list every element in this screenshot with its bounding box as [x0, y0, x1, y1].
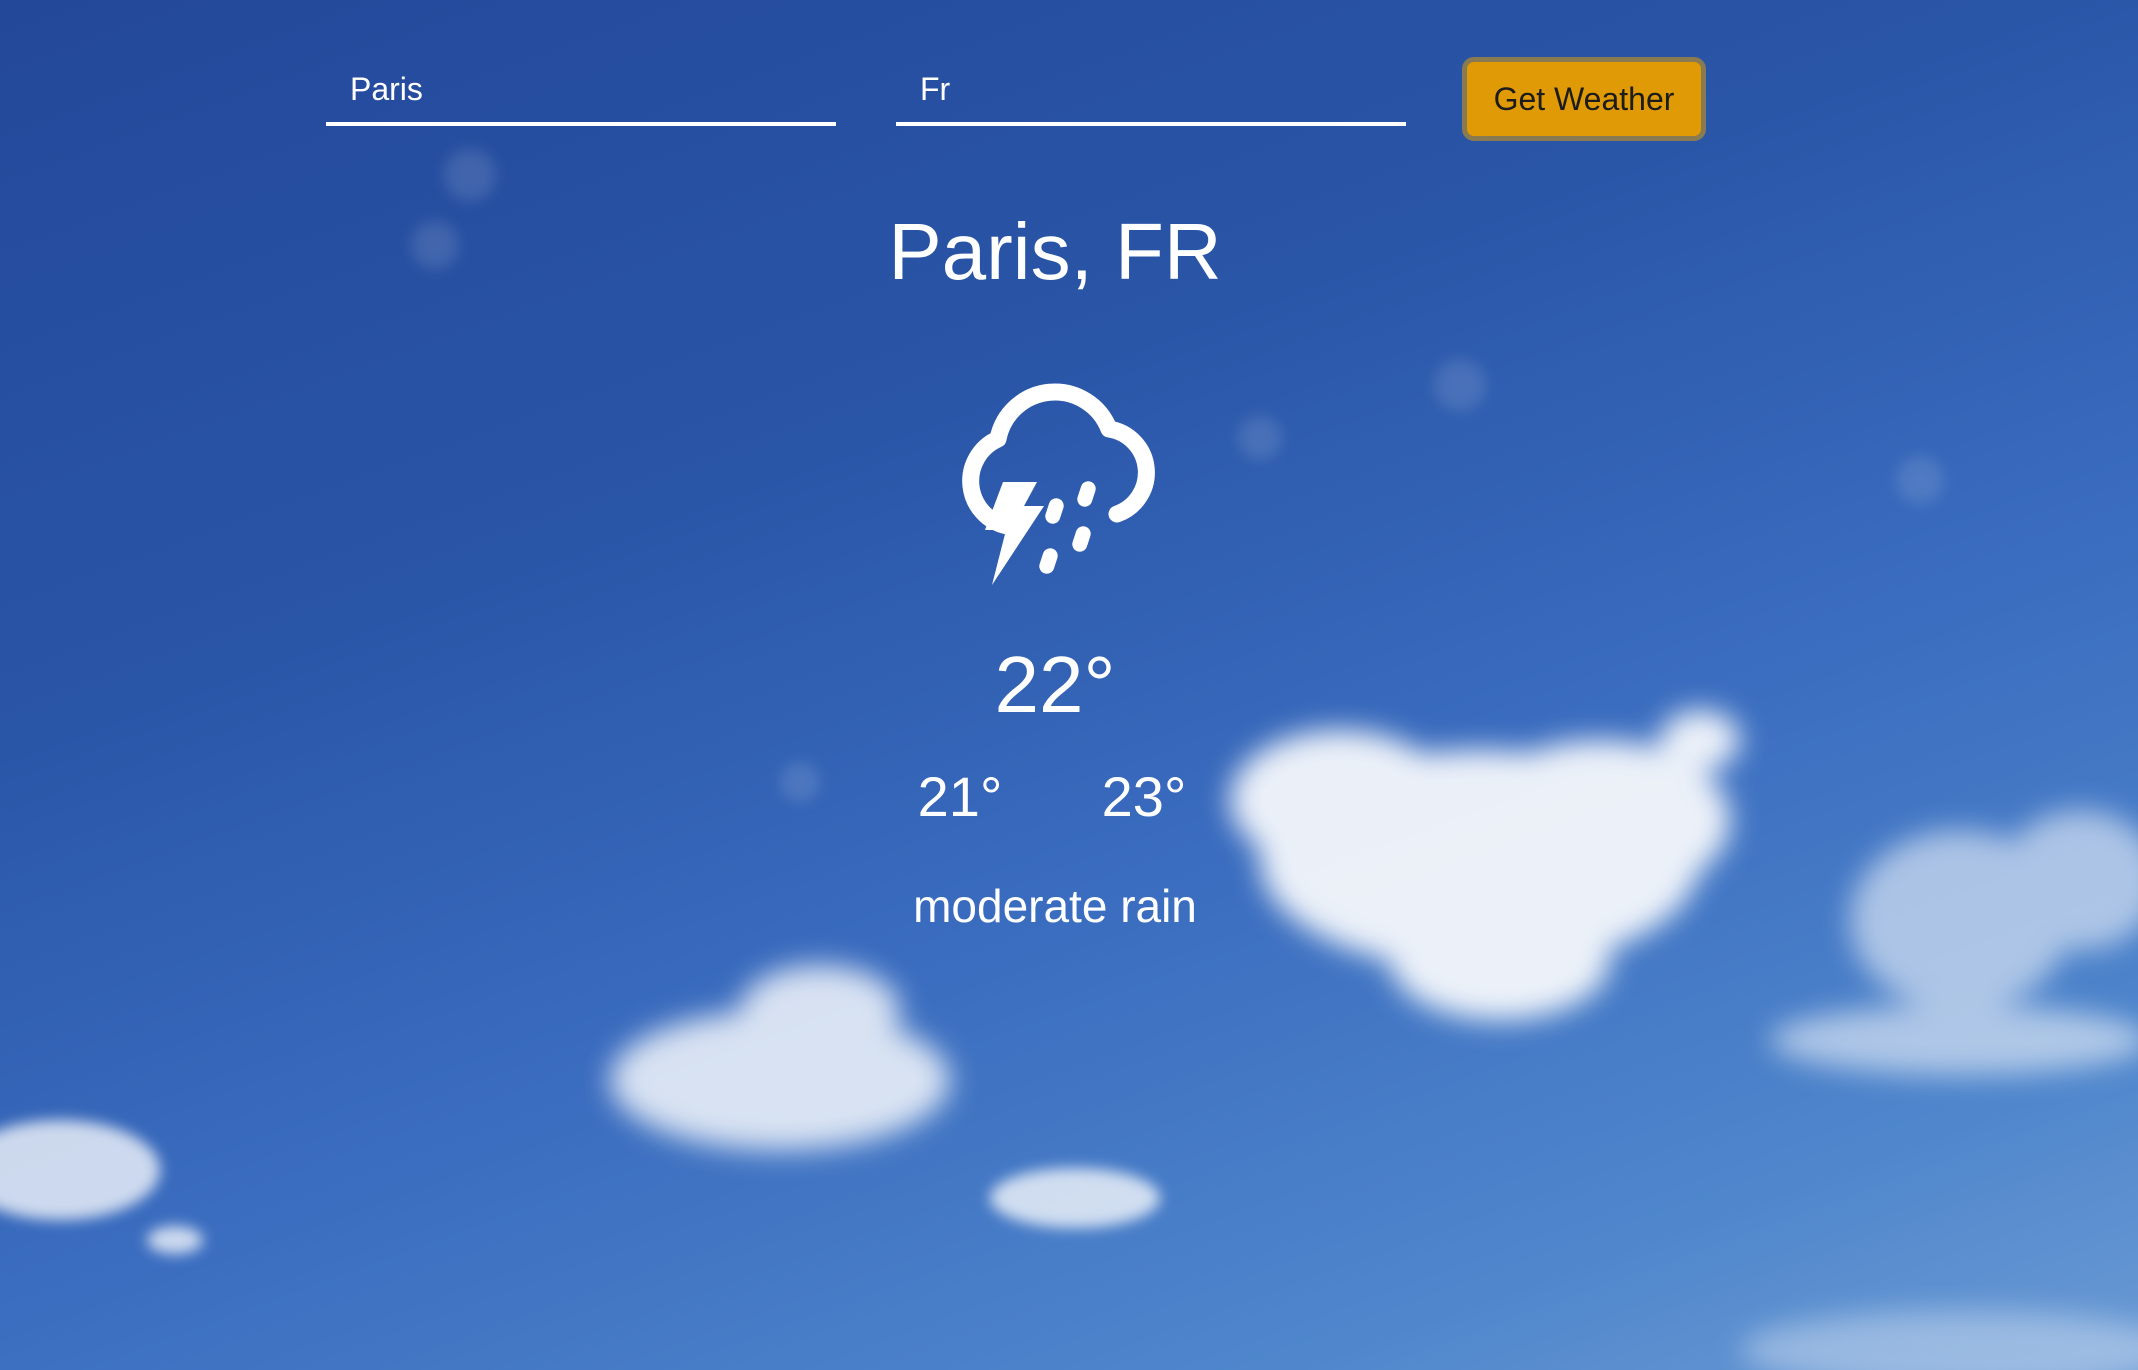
weather-description: moderate rain — [913, 880, 1197, 932]
cloud-right — [1770, 810, 2138, 1075]
cloud-small — [990, 1168, 1160, 1228]
search-bar: Get Weather — [0, 0, 2138, 160]
thunderstorm-rain-icon — [962, 383, 1155, 585]
current-temperature: 22° — [994, 640, 1116, 729]
cloud-middle — [610, 965, 950, 1150]
cloud-large — [1230, 710, 1740, 1020]
cloud-left — [0, 1120, 203, 1254]
city-input[interactable] — [326, 56, 836, 122]
location-title: Paris, FR — [888, 207, 1222, 296]
max-temperature: 23° — [1101, 765, 1187, 828]
city-field — [326, 56, 836, 126]
cloud-bottom-right — [1740, 1310, 2138, 1370]
weather-app: Get Weather Paris, FR 22° 21° 23° modera… — [0, 0, 2138, 1370]
country-field — [896, 56, 1406, 126]
min-temperature: 21° — [917, 765, 1003, 828]
country-input[interactable] — [896, 56, 1406, 122]
get-weather-button[interactable]: Get Weather — [1462, 57, 1706, 141]
